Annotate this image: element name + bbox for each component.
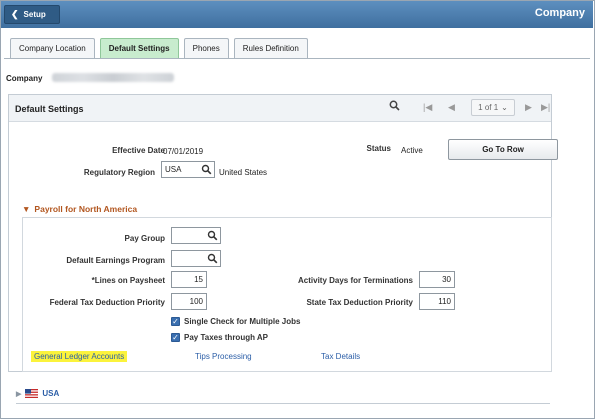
caret-right-icon: ▶ bbox=[16, 390, 22, 398]
default-earnings-program-input[interactable] bbox=[171, 250, 221, 267]
single-check-label: Single Check for Multiple Jobs bbox=[184, 317, 301, 326]
pay-group-label: Pay Group bbox=[124, 234, 165, 243]
tab-phones[interactable]: Phones bbox=[183, 38, 229, 58]
back-button-label: Setup bbox=[23, 10, 46, 19]
usa-section-divider bbox=[16, 403, 550, 404]
tab-company-location[interactable]: Company Location bbox=[10, 38, 95, 58]
first-page-icon[interactable]: |◀ bbox=[423, 102, 432, 113]
tab-default-settings[interactable]: Default Settings bbox=[99, 38, 179, 58]
single-check-checkbox[interactable]: ✓ bbox=[171, 317, 180, 326]
last-page-icon[interactable]: ▶| bbox=[541, 102, 550, 113]
activity-days-label: Activity Days for Terminations bbox=[298, 276, 413, 285]
payroll-section-toggle[interactable]: ▼ Payroll for North America bbox=[22, 204, 137, 214]
federal-tax-priority-label: Federal Tax Deduction Priority bbox=[49, 298, 165, 307]
status-value: Active bbox=[401, 146, 423, 155]
company-value-redacted bbox=[52, 73, 174, 82]
tab-bar: Company Location Default Settings Phones… bbox=[10, 38, 308, 58]
company-label: Company bbox=[6, 74, 43, 83]
page-title: Company bbox=[534, 7, 585, 19]
lookup-icon[interactable] bbox=[207, 253, 218, 264]
search-icon[interactable] bbox=[389, 100, 400, 114]
tab-divider bbox=[4, 58, 590, 59]
lines-on-paysheet-label: *Lines on Paysheet bbox=[91, 276, 165, 285]
caret-down-icon: ▼ bbox=[22, 204, 31, 214]
effective-date-value: 07/01/2019 bbox=[163, 147, 204, 156]
state-tax-priority-label: State Tax Deduction Priority bbox=[306, 298, 413, 307]
regulatory-region-label: Regulatory Region bbox=[83, 168, 155, 177]
next-page-icon[interactable]: ▶ bbox=[525, 102, 532, 113]
page-selector[interactable]: 1 of 1 ⌄ bbox=[471, 99, 515, 116]
top-bar: ❮ Setup Company bbox=[1, 1, 593, 28]
tax-details-link[interactable]: Tax Details bbox=[321, 352, 360, 361]
chevron-down-icon: ⌄ bbox=[501, 103, 508, 112]
regulatory-region-value: USA bbox=[165, 165, 182, 174]
effective-date-label: Effective Date bbox=[112, 146, 165, 155]
panel-title: Default Settings bbox=[15, 104, 84, 114]
pay-taxes-label: Pay Taxes through AP bbox=[184, 333, 269, 342]
state-tax-priority-input[interactable]: 110 bbox=[419, 293, 455, 310]
usa-section-toggle[interactable]: ▶ USA bbox=[16, 389, 59, 398]
pay-taxes-checkbox[interactable]: ✓ bbox=[171, 333, 180, 342]
panel-header: Default Settings |◀ ◀ 1 of 1 ⌄ ▶ ▶| bbox=[9, 95, 551, 122]
general-ledger-accounts-link[interactable]: General Ledger Accounts bbox=[31, 351, 128, 362]
federal-tax-priority-input[interactable]: 100 bbox=[171, 293, 207, 310]
default-earnings-program-label: Default Earnings Program bbox=[66, 256, 165, 265]
usa-section-label: USA bbox=[42, 389, 60, 398]
page-selector-text: 1 of 1 bbox=[478, 103, 499, 112]
default-settings-panel: Default Settings |◀ ◀ 1 of 1 ⌄ ▶ ▶| Effe… bbox=[8, 94, 558, 372]
tab-rules-definition[interactable]: Rules Definition bbox=[233, 38, 308, 58]
payroll-section-title: Payroll for North America bbox=[34, 204, 138, 214]
pay-group-input[interactable] bbox=[171, 227, 221, 244]
lines-on-paysheet-input[interactable]: 15 bbox=[171, 271, 207, 288]
go-to-row-button[interactable]: Go To Row bbox=[448, 139, 558, 160]
tips-processing-link[interactable]: Tips Processing bbox=[195, 352, 252, 361]
previous-page-icon[interactable]: ◀ bbox=[448, 102, 455, 113]
us-flag-icon bbox=[25, 389, 39, 398]
activity-days-input[interactable]: 30 bbox=[419, 271, 455, 288]
lookup-icon[interactable] bbox=[201, 164, 212, 175]
lookup-icon[interactable] bbox=[207, 230, 218, 241]
regulatory-region-description: United States bbox=[219, 168, 268, 177]
chevron-left-icon: ❮ bbox=[11, 9, 19, 19]
back-button[interactable]: ❮ Setup bbox=[4, 5, 60, 24]
regulatory-region-input[interactable]: USA bbox=[161, 161, 215, 178]
status-label: Status bbox=[366, 144, 391, 153]
